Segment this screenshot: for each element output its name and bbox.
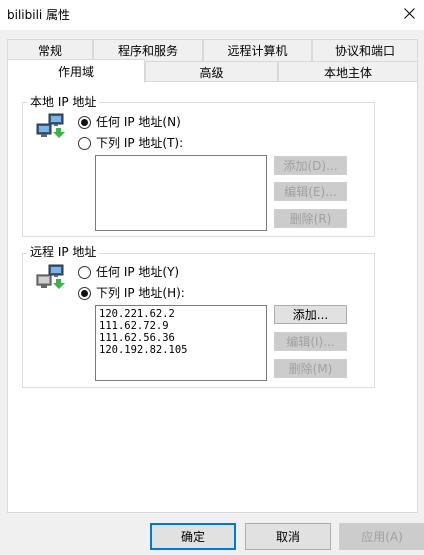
tab-label: 程序和服务	[117, 44, 178, 58]
remote-add-button[interactable]: 添加...	[274, 305, 347, 324]
remote-list-ip-option[interactable]: 下列 IP 地址(H):	[78, 286, 185, 300]
tab-advanced[interactable]: 高级	[145, 61, 278, 83]
tab-local-principals[interactable]: 本地主体	[278, 61, 418, 83]
button-label: 编辑(I)...	[286, 335, 335, 349]
button-label: 添加(D)...	[283, 159, 338, 173]
local-edit-button[interactable]: 编辑(E)...	[274, 182, 347, 201]
remote-any-ip-radio[interactable]	[78, 265, 91, 279]
local-list-ip-radio[interactable]	[78, 136, 91, 150]
cancel-button[interactable]: 取消	[245, 523, 331, 550]
remote-list-ip-radio[interactable]	[78, 286, 91, 300]
ok-button[interactable]: 确定	[150, 523, 236, 550]
local-remove-button[interactable]: 删除(R)	[274, 209, 347, 228]
tab-general[interactable]: 常规	[7, 39, 93, 61]
tab-label: 常规	[37, 44, 62, 58]
remote-ip-group-label: 远程 IP 地址	[27, 245, 100, 259]
remote-remove-button[interactable]: 删除(M)	[274, 359, 347, 378]
tab-label: 高级	[199, 66, 224, 80]
local-ip-list[interactable]	[95, 155, 267, 231]
list-item[interactable]: 111.62.72.9	[99, 320, 263, 332]
local-any-ip-label: 任何 IP 地址(N)	[96, 115, 181, 129]
local-list-ip-label: 下列 IP 地址(T):	[96, 136, 184, 150]
tab-protocols-ports[interactable]: 协议和端口	[312, 39, 418, 61]
button-label: 添加...	[292, 308, 329, 322]
tab-scope[interactable]: 作用域	[7, 59, 145, 83]
local-any-ip-radio[interactable]	[78, 115, 91, 129]
list-item[interactable]: 120.221.62.2	[99, 308, 263, 320]
remote-edit-button[interactable]: 编辑(I)...	[274, 332, 347, 351]
local-list-ip-option[interactable]: 下列 IP 地址(T):	[78, 136, 183, 150]
button-label: 取消	[275, 530, 300, 544]
close-button[interactable]	[394, 0, 424, 26]
local-ip-group-label: 本地 IP 地址	[27, 95, 100, 109]
local-any-ip-option[interactable]: 任何 IP 地址(N)	[78, 115, 181, 129]
remote-any-ip-label: 任何 IP 地址(Y)	[96, 265, 180, 279]
button-label: 应用(A)	[361, 530, 403, 544]
remote-list-ip-label: 下列 IP 地址(H):	[96, 286, 185, 300]
tab-label: 本地主体	[323, 66, 372, 80]
tab-label: 作用域	[57, 65, 94, 79]
remote-any-ip-option[interactable]: 任何 IP 地址(Y)	[78, 265, 179, 279]
button-label: 删除(M)	[288, 362, 333, 376]
network-computers-icon	[36, 264, 65, 289]
button-label: 确定	[180, 530, 205, 544]
tab-remote-computers[interactable]: 远程计算机	[203, 39, 312, 61]
list-item[interactable]: 120.192.82.105	[99, 344, 263, 356]
title-bar: bilibili 属性	[0, 0, 424, 30]
tab-label: 远程计算机	[227, 44, 288, 58]
remote-ip-list[interactable]: 120.221.62.2 111.62.72.9 111.62.56.36 12…	[95, 305, 267, 381]
tab-programs-services[interactable]: 程序和服务	[93, 39, 203, 61]
tab-label: 协议和端口	[334, 44, 395, 58]
button-label: 删除(R)	[289, 212, 332, 226]
button-label: 编辑(E)...	[284, 185, 337, 199]
window-title: bilibili 属性	[7, 8, 71, 22]
close-icon	[403, 7, 415, 19]
network-computers-icon	[36, 113, 65, 138]
local-add-button[interactable]: 添加(D)...	[274, 156, 347, 175]
list-item[interactable]: 111.62.56.36	[99, 332, 263, 344]
scope-panel: 本地 IP 地址 任何 IP 地址(N) 下列 IP 地址(T): 添加(D).…	[7, 81, 418, 513]
apply-button[interactable]: 应用(A)	[339, 523, 424, 550]
